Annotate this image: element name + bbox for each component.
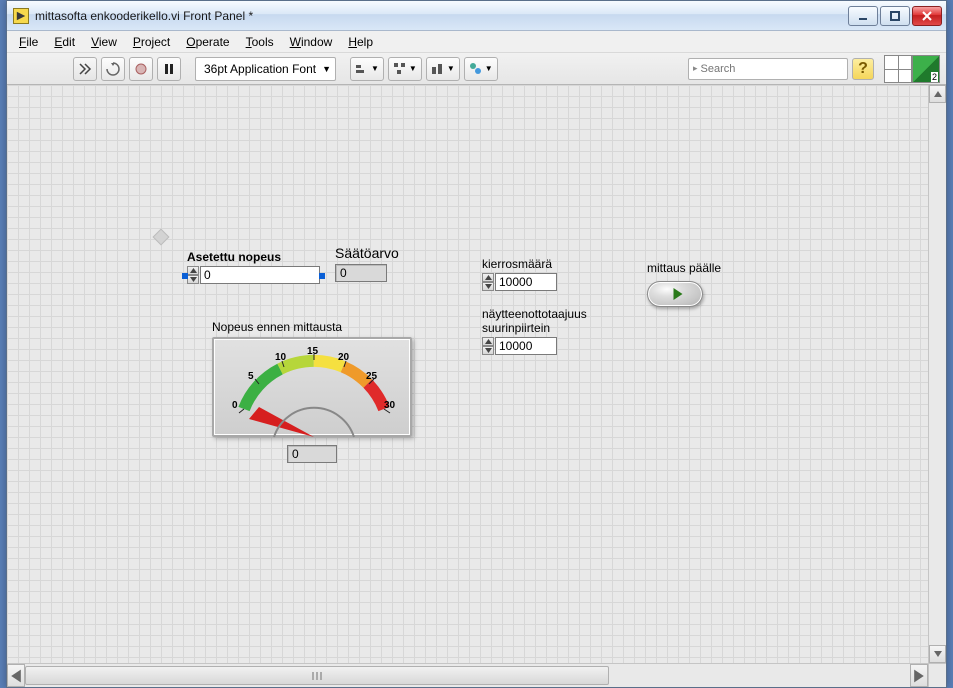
scrollbar-corner xyxy=(928,663,946,687)
toolbar: 36pt Application Font ▼ ▼ ▼ ▼ ▼ ▸ ? 2 xyxy=(7,53,946,85)
tick-25: 25 xyxy=(366,371,377,382)
menu-view[interactable]: View xyxy=(83,33,125,51)
reorder-button[interactable]: ▼ xyxy=(464,57,498,81)
decrement-button[interactable] xyxy=(482,282,494,291)
abort-button[interactable] xyxy=(129,57,153,81)
menu-file[interactable]: File xyxy=(11,33,46,51)
scroll-thumb[interactable] xyxy=(25,666,609,685)
increment-button[interactable] xyxy=(482,273,494,282)
speed-meter: 0 5 10 15 20 25 30 xyxy=(212,337,412,437)
grid-background xyxy=(7,85,946,663)
increment-button[interactable] xyxy=(187,266,199,275)
kierrosmaara-label: kierrosmäärä xyxy=(482,257,557,271)
align-objects-button[interactable]: ▼ xyxy=(350,57,384,81)
scroll-down-button[interactable] xyxy=(929,645,946,663)
front-panel-canvas[interactable]: Asetettu nopeus Säätöarvo 0 kierrosmäärä xyxy=(7,85,946,663)
close-button[interactable] xyxy=(912,6,942,26)
decrement-button[interactable] xyxy=(482,346,494,355)
maximize-button[interactable] xyxy=(880,6,910,26)
asetettu-nopeus-input[interactable] xyxy=(200,266,320,284)
decrement-button[interactable] xyxy=(187,275,199,284)
naytteenotto-label-1: näytteenottotaajuus xyxy=(482,307,587,321)
tick-10: 10 xyxy=(275,352,286,363)
naytteenotto-input[interactable] xyxy=(495,337,557,355)
distribute-objects-button[interactable]: ▼ xyxy=(388,57,422,81)
vertical-scrollbar[interactable] xyxy=(928,85,946,663)
meter-digital-display: 0 xyxy=(287,445,337,463)
menu-window[interactable]: Window xyxy=(282,33,341,51)
app-icon xyxy=(13,8,29,24)
chevron-down-icon: ▼ xyxy=(322,64,331,74)
scroll-right-button[interactable] xyxy=(910,664,928,687)
selection-handle[interactable] xyxy=(319,273,325,279)
run-button[interactable] xyxy=(73,57,97,81)
meter-label: Nopeus ennen mittausta xyxy=(212,320,412,334)
increment-button[interactable] xyxy=(482,337,494,346)
asetettu-nopeus-label: Asetettu nopeus xyxy=(187,250,320,264)
run-continuous-button[interactable] xyxy=(101,57,125,81)
naytteenotto-label-2: suurinpiirtein xyxy=(482,321,587,335)
selection-handle[interactable] xyxy=(182,273,188,279)
search-input[interactable] xyxy=(701,63,843,75)
menu-help[interactable]: Help xyxy=(340,33,381,51)
menu-edit[interactable]: Edit xyxy=(46,33,83,51)
tick-20: 20 xyxy=(338,352,349,363)
controls-palette-icon[interactable] xyxy=(884,55,912,83)
app-window: mittasofta enkooderikello.vi Front Panel… xyxy=(6,0,947,688)
saatoarvo-indicator: 0 xyxy=(335,264,387,282)
scroll-track[interactable] xyxy=(25,664,910,687)
search-arrow-icon: ▸ xyxy=(693,63,698,74)
horizontal-scrollbar[interactable] xyxy=(7,663,928,687)
scroll-up-button[interactable] xyxy=(929,85,946,103)
tick-30: 30 xyxy=(384,400,395,411)
mittaus-label: mittaus päälle xyxy=(647,261,721,275)
tick-15: 15 xyxy=(307,346,318,357)
saatoarvo-label: Säätöarvo xyxy=(335,245,399,261)
numeric-spinner[interactable] xyxy=(482,337,494,355)
menu-operate[interactable]: Operate xyxy=(178,33,237,51)
mittaus-toggle-button[interactable] xyxy=(647,281,703,307)
help-button[interactable]: ? xyxy=(852,58,874,80)
resize-objects-button[interactable]: ▼ xyxy=(426,57,460,81)
tick-0: 0 xyxy=(232,400,238,411)
menubar: File Edit View Project Operate Tools Win… xyxy=(7,31,946,53)
menu-project[interactable]: Project xyxy=(125,33,178,51)
kierrosmaara-input[interactable] xyxy=(495,273,557,291)
minimize-button[interactable] xyxy=(848,6,878,26)
numeric-spinner[interactable] xyxy=(187,266,199,284)
scroll-left-button[interactable] xyxy=(7,664,25,687)
font-label: 36pt Application Font xyxy=(204,62,316,76)
window-title: mittasofta enkooderikello.vi Front Panel… xyxy=(35,9,848,23)
titlebar: mittasofta enkooderikello.vi Front Panel… xyxy=(7,1,946,31)
vi-icon[interactable]: 2 xyxy=(912,55,940,83)
numeric-spinner[interactable] xyxy=(482,273,494,291)
kierrosmaara-control[interactable] xyxy=(482,273,557,291)
pause-button[interactable] xyxy=(157,57,181,81)
search-box[interactable]: ▸ xyxy=(688,58,848,80)
menu-tools[interactable]: Tools xyxy=(238,33,282,51)
naytteenotto-control[interactable] xyxy=(482,337,587,355)
asetettu-nopeus-control[interactable] xyxy=(187,266,320,284)
tick-5: 5 xyxy=(248,371,254,382)
palette-icons: 2 xyxy=(884,55,940,83)
font-selector[interactable]: 36pt Application Font ▼ xyxy=(195,57,336,81)
